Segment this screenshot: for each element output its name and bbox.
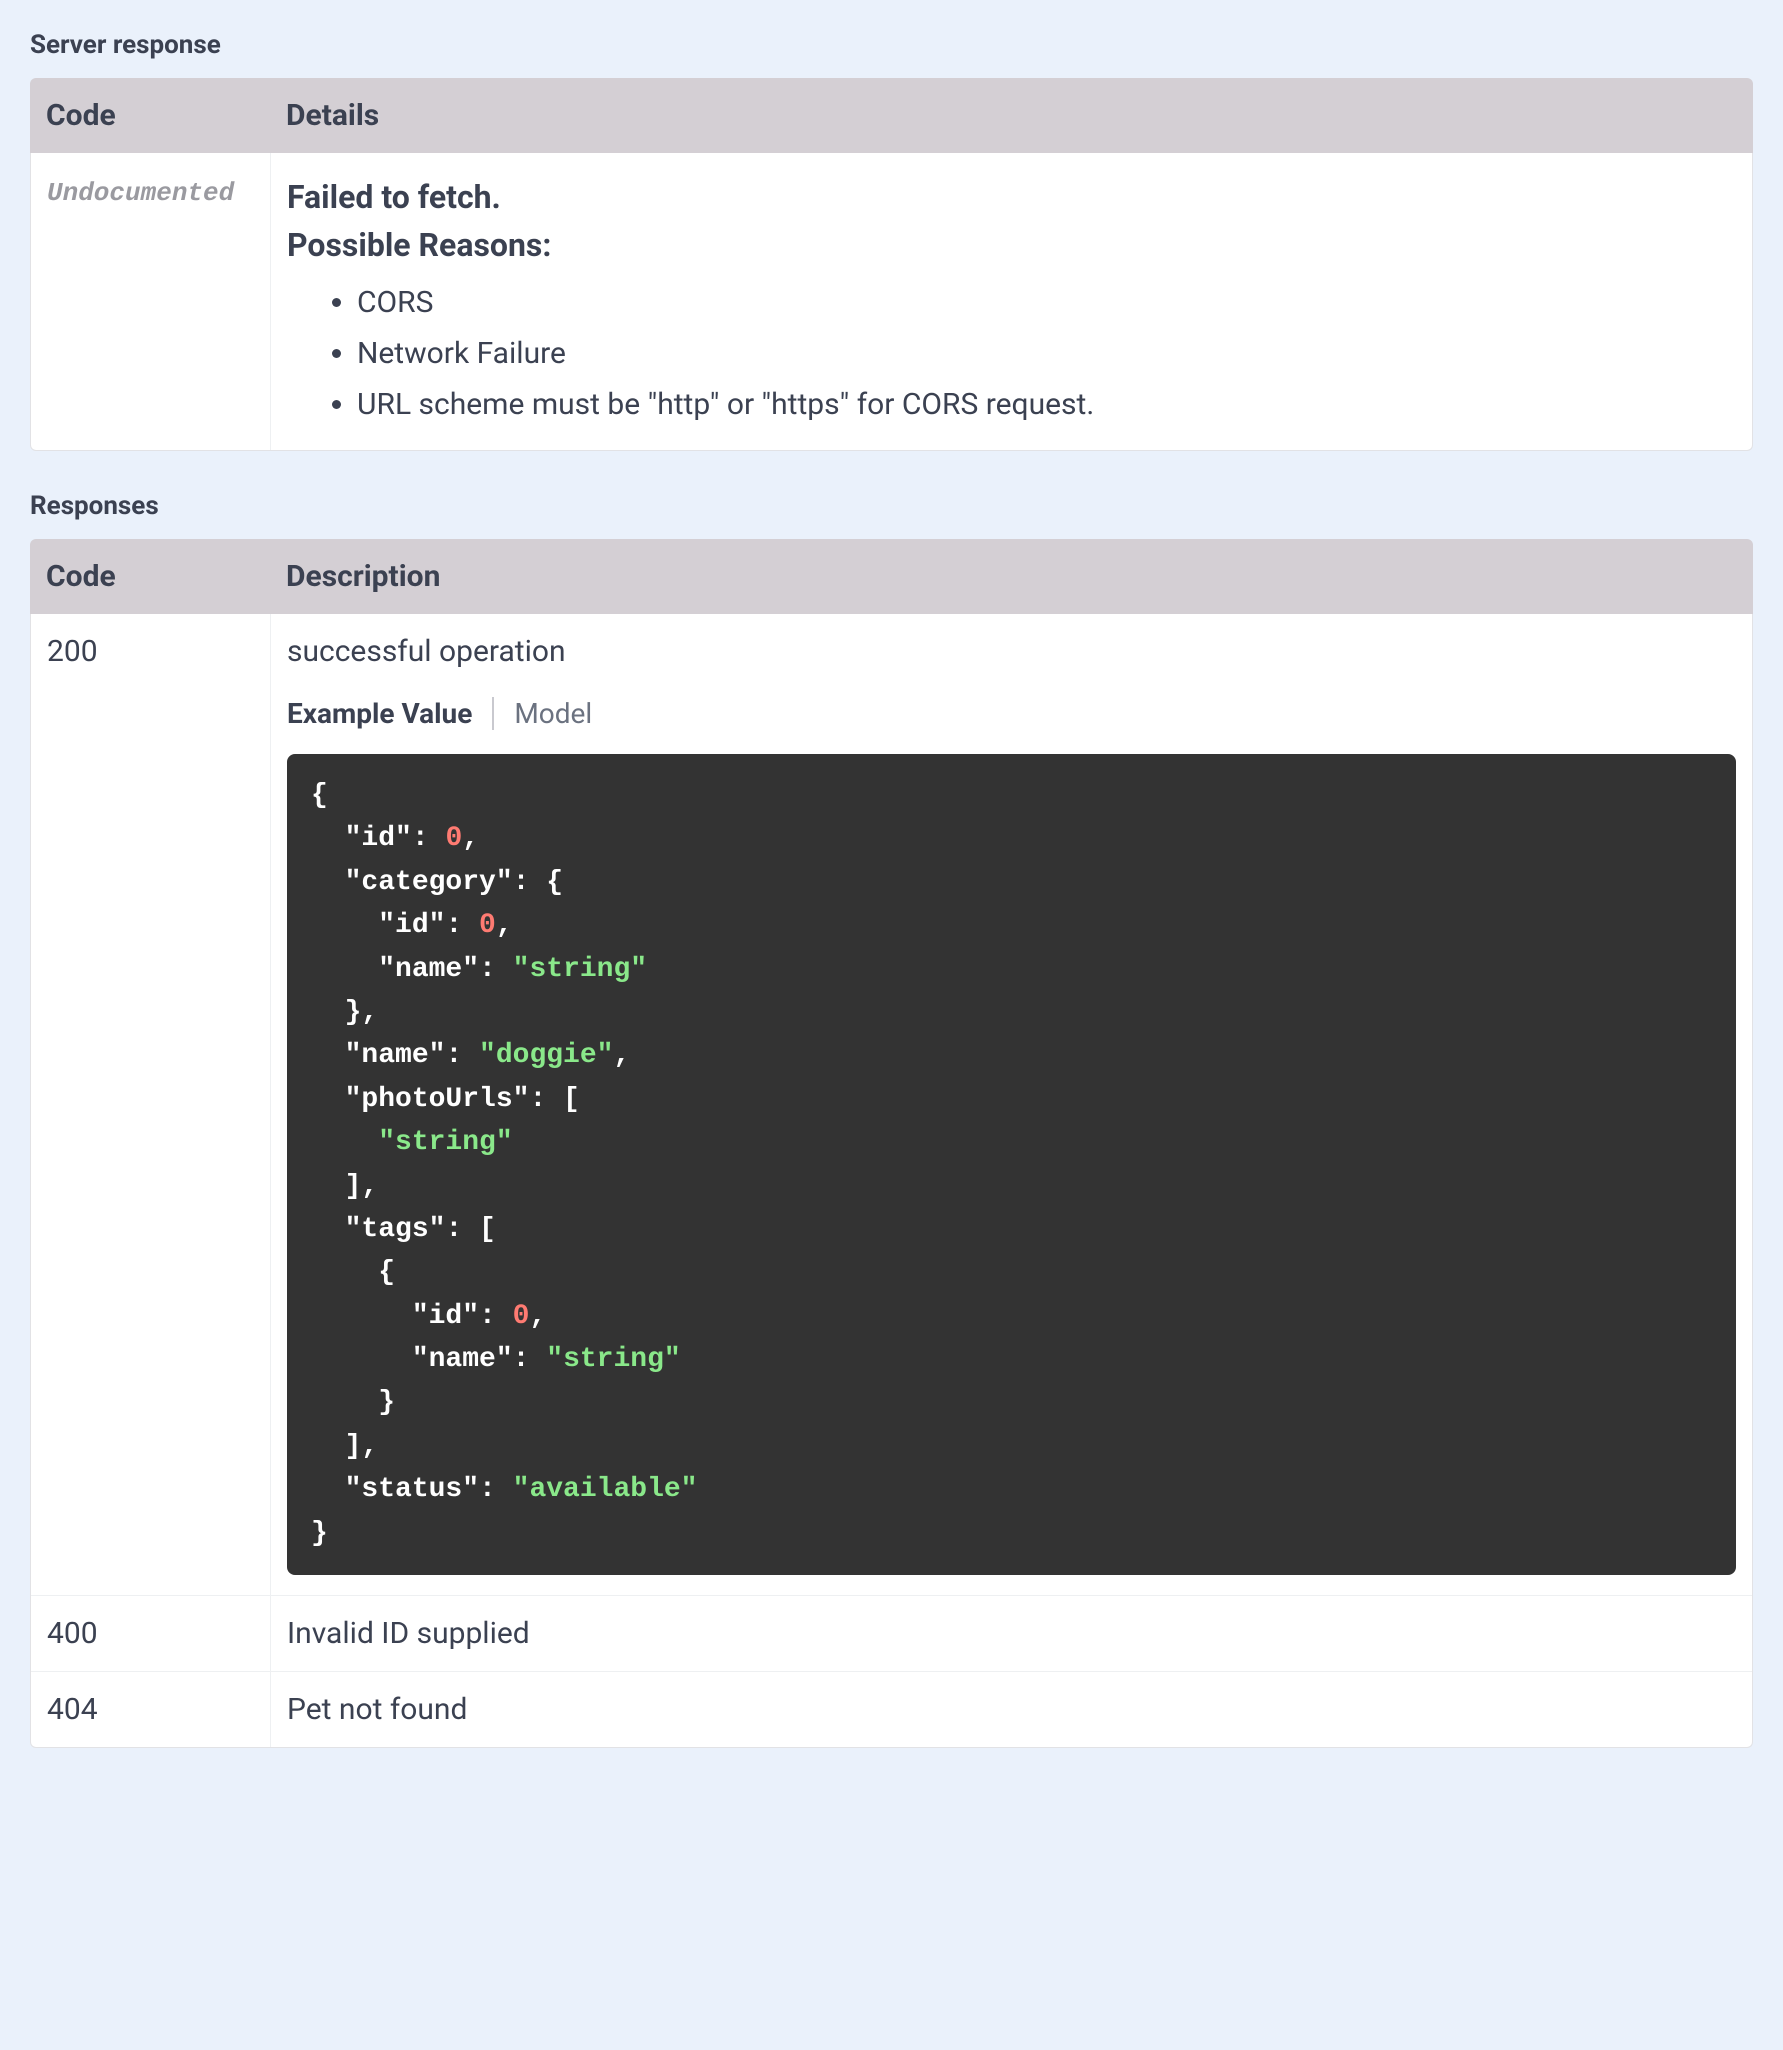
reason-list: CORS Network Failure URL scheme must be …	[287, 277, 1736, 430]
response-desc-404: Pet not found	[271, 1672, 1752, 1747]
tab-example-value[interactable]: Example Value	[287, 697, 494, 730]
header-description-col: Description	[270, 539, 1753, 614]
responses-body: 200 successful operation Example Value M…	[30, 614, 1753, 1748]
response-code-404: 404	[31, 1672, 271, 1747]
schema-tabs: Example Value Model	[287, 697, 1736, 730]
responses-header: Code Description	[30, 539, 1753, 614]
failed-to-fetch: Failed to fetch.	[287, 173, 1736, 221]
server-response-title: Server response	[30, 30, 1753, 60]
table-row: 200 successful operation Example Value M…	[31, 614, 1752, 1596]
table-row: 404 Pet not found	[31, 1672, 1752, 1747]
server-response-section: Server response Code Details Undocumente…	[30, 30, 1753, 451]
response-desc-text: successful operation	[287, 634, 1736, 669]
tab-model[interactable]: Model	[494, 697, 612, 730]
reason-item: CORS	[357, 277, 1736, 328]
undocumented-code: Undocumented	[47, 178, 234, 208]
response-code-cell: Undocumented	[31, 153, 271, 450]
example-json-block[interactable]: { "id": 0, "category": { "id": 0, "name"…	[287, 754, 1736, 1575]
header-code-col: Code	[30, 539, 270, 614]
response-desc-200: successful operation Example Value Model…	[271, 614, 1752, 1595]
server-response-header: Code Details	[30, 78, 1753, 153]
header-details-col: Details	[270, 78, 1753, 153]
response-code-400: 400	[31, 1596, 271, 1671]
response-details-cell: Failed to fetch. Possible Reasons: CORS …	[271, 153, 1752, 450]
reason-item: Network Failure	[357, 328, 1736, 379]
response-code-200: 200	[31, 614, 271, 1595]
response-desc-400: Invalid ID supplied	[271, 1596, 1752, 1671]
table-row: Undocumented Failed to fetch. Possible R…	[31, 153, 1752, 450]
responses-title: Responses	[30, 491, 1753, 521]
server-response-body: Undocumented Failed to fetch. Possible R…	[30, 153, 1753, 451]
possible-reasons-label: Possible Reasons:	[287, 221, 1736, 269]
header-code-col: Code	[30, 78, 270, 153]
responses-section: Responses Code Description 200 successfu…	[30, 491, 1753, 1748]
reason-item: URL scheme must be "http" or "https" for…	[357, 379, 1736, 430]
table-row: 400 Invalid ID supplied	[31, 1596, 1752, 1672]
